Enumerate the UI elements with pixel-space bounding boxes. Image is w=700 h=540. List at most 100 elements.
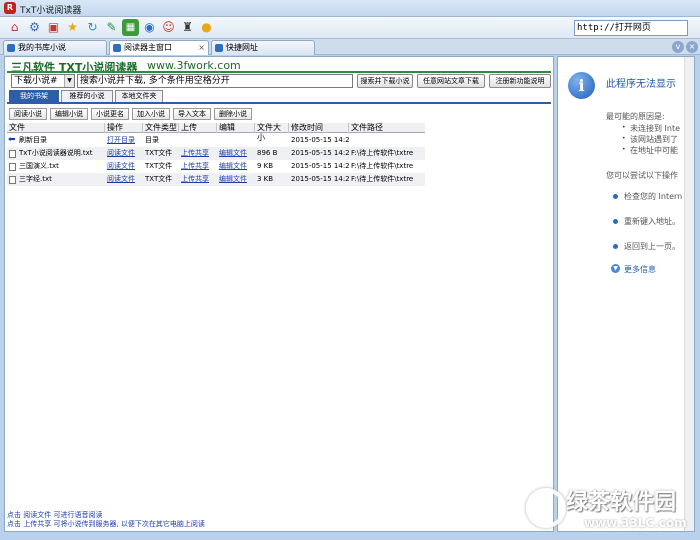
edit-file-link[interactable]: 编辑文件 — [217, 173, 255, 186]
divider — [7, 102, 551, 104]
upload-share-link[interactable]: 上传共享 — [179, 147, 217, 160]
app-icon: R — [4, 2, 16, 14]
column-header[interactable]: 文件 — [7, 123, 105, 133]
more-info-link[interactable]: 更多信息 — [624, 264, 656, 275]
tab-local-folder[interactable]: 本地文件夹 — [115, 90, 163, 102]
cell-size: 896 B — [257, 149, 278, 157]
delete-novel-button[interactable]: 删除小说 — [214, 108, 252, 120]
browser-panel: i 此程序无法显示 最可能的原因是: • 未连接到 Inte • 该网站遇到了 … — [557, 56, 695, 532]
bullet-icon — [613, 219, 618, 224]
tab-icon — [215, 44, 223, 52]
scrollbar[interactable] — [684, 57, 694, 531]
read-file-link[interactable]: 阅读文件 — [105, 173, 143, 186]
search-download-button[interactable]: 搜索并下载小说 — [357, 74, 413, 88]
cell-type: 目录 — [145, 136, 159, 144]
cell-path: F:\待上传软件\txtre — [351, 162, 414, 170]
cell-time: 2015-05-15 14:29 — [291, 162, 349, 170]
reason-item: 该网站遇到了 — [630, 135, 678, 144]
upload-share-link[interactable]: 上传共享 — [179, 173, 217, 186]
any-site-download-button[interactable]: 任意网站文章下载 — [417, 74, 485, 88]
close-icon[interactable]: × — [686, 41, 698, 53]
column-header[interactable]: 修改时间 — [289, 123, 349, 133]
tab-my-shelf[interactable]: 我的书架 — [9, 90, 59, 102]
chat-icon[interactable]: ● — [198, 19, 215, 36]
column-header[interactable]: 文件路径 — [349, 123, 425, 133]
try-item[interactable]: 重新键入地址。 — [624, 216, 680, 227]
watermark-url: www.33LC.com — [584, 516, 687, 530]
read-file-link[interactable]: 阅读文件 — [105, 160, 143, 173]
tab-shortcuts[interactable]: 快捷网址 — [211, 40, 315, 55]
table-row[interactable]: TxT小说阅读器说明.txt 阅读文件 TXT文件 上传共享 编辑文件 896 … — [7, 147, 425, 160]
refresh-icon[interactable]: ↻ — [84, 19, 101, 36]
search-input[interactable]: 搜索小说并下载, 多个条件用空格分开 — [77, 74, 353, 88]
column-header[interactable]: 文件类型 — [143, 123, 179, 133]
column-header[interactable]: 文件大小 — [255, 123, 289, 142]
chevron-down-icon[interactable]: v — [672, 41, 684, 53]
cell-file: 三国演义.txt — [19, 162, 59, 170]
tab-reader-main[interactable]: 阅读器主窗口 × — [109, 40, 209, 55]
status-line: 点击 上传共享 可将小说传到服务器, 以便下次在其它电脑上阅读 — [7, 520, 205, 528]
rename-novel-button[interactable]: 小说更名 — [91, 108, 129, 120]
table-row[interactable]: ⬅ 刷新目录 打开目录 目录 2015-05-15 14:29 — [7, 134, 425, 147]
url-input[interactable]: http://打开网页 — [574, 20, 688, 36]
error-title: 此程序无法显示 — [606, 79, 676, 90]
text-file-icon — [9, 176, 16, 184]
download-select-value: 下载小说# — [14, 76, 58, 86]
try-item[interactable]: 检查您的 Intern — [624, 191, 682, 202]
open-folder-link[interactable]: 打开目录 — [105, 134, 143, 147]
bullet-icon — [613, 194, 618, 199]
edit-file-link[interactable]: 编辑文件 — [217, 147, 255, 160]
import-text-button[interactable]: 导入文本 — [173, 108, 211, 120]
read-novel-button[interactable]: 阅读小说 — [9, 108, 47, 120]
bullet-icon — [613, 244, 618, 249]
tab-recommended[interactable]: 推荐的小说 — [61, 90, 113, 102]
tab-icon — [7, 44, 15, 52]
table-row[interactable]: 三国演义.txt 阅读文件 TXT文件 上传共享 编辑文件 9 KB 2015-… — [7, 160, 425, 173]
settings-icon[interactable]: ⚙ — [26, 19, 43, 36]
divider — [7, 71, 551, 73]
cell-time: 2015-05-15 14:29 — [291, 136, 349, 144]
text-file-icon — [9, 163, 16, 171]
status-area: 点击 阅读文件 可进行语音阅读 点击 上传共享 可将小说传到服务器, 以便下次在… — [7, 511, 551, 529]
leaf-logo-icon — [526, 488, 566, 528]
tab-icon — [113, 44, 121, 52]
add-novel-button[interactable]: 加入小说 — [132, 108, 170, 120]
back-arrow-icon: ⬅ — [8, 135, 16, 145]
cell-path: F:\待上传软件\txtre — [351, 149, 414, 157]
edit-file-link[interactable]: 编辑文件 — [217, 160, 255, 173]
read-file-link[interactable]: 阅读文件 — [105, 147, 143, 160]
cell-file: 三字经.txt — [19, 175, 52, 183]
register-info-button[interactable]: 注册新功能说明 — [489, 74, 551, 88]
try-item[interactable]: 返回到上一页。 — [624, 241, 680, 252]
chevron-down-icon[interactable]: ▼ — [64, 75, 74, 87]
info-icon: i — [568, 72, 595, 99]
tab-library[interactable]: 我的书库小说 — [3, 40, 107, 55]
cell-file: 刷新目录 — [19, 136, 47, 144]
close-icon[interactable]: × — [198, 41, 205, 54]
cell-size: 3 KB — [257, 175, 274, 183]
cell-file: TxT小说阅读器说明.txt — [19, 149, 93, 157]
table-row[interactable]: 三字经.txt 阅读文件 TXT文件 上传共享 编辑文件 3 KB 2015-0… — [7, 173, 425, 186]
column-header[interactable]: 编辑 — [217, 123, 255, 133]
watermark: 绿茶软件园 www.33LC.com — [520, 482, 700, 538]
bullet-icon: • — [622, 146, 626, 153]
bullet-icon: • — [622, 124, 626, 131]
user-icon[interactable]: ☺ — [160, 19, 177, 36]
home-icon[interactable]: ⌂ — [6, 19, 23, 36]
column-header[interactable]: 操作 — [105, 123, 143, 133]
download-select[interactable]: 下载小说# ▼ — [11, 74, 75, 88]
edit-novel-button[interactable]: 编辑小说 — [50, 108, 88, 120]
cell-size: 9 KB — [257, 162, 274, 170]
cell-path: F:\待上传软件\txtre — [351, 175, 414, 183]
star-icon[interactable]: ★ — [64, 19, 81, 36]
tie-icon[interactable]: ♜ — [179, 19, 196, 36]
play-icon[interactable]: ◉ — [141, 19, 158, 36]
upload-share-link[interactable]: 上传共享 — [179, 160, 217, 173]
shop-icon[interactable]: ▣ — [45, 19, 62, 36]
tab-label: 我的书库小说 — [18, 43, 66, 52]
column-header[interactable]: 上传 — [179, 123, 217, 133]
tools-icon[interactable]: ✎ — [103, 19, 120, 36]
grid-icon[interactable]: ▦ — [122, 19, 139, 36]
chevron-down-icon[interactable]: ▼ — [611, 264, 620, 273]
window-title: TxT小说阅读器 — [20, 6, 82, 16]
